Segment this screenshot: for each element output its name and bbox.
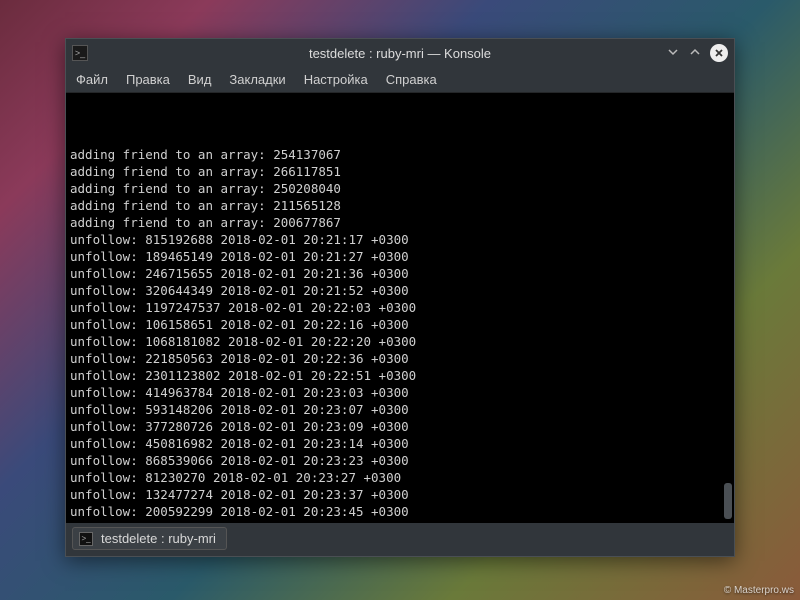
terminal-line: unfollow: 450816982 2018-02-01 20:23:14 … — [70, 435, 730, 452]
terminal-line: adding friend to an array: 250208040 — [70, 180, 730, 197]
menu-view[interactable]: Вид — [188, 72, 212, 87]
tab-active[interactable]: >_ testdelete : ruby-mri — [72, 527, 227, 550]
titlebar[interactable]: >_ testdelete : ruby-mri — Konsole — [66, 39, 734, 67]
menu-help[interactable]: Справка — [386, 72, 437, 87]
terminal-output[interactable]: adding friend to an array: 254137067addi… — [66, 93, 734, 523]
terminal-line: unfollow: 221850563 2018-02-01 20:22:36 … — [70, 350, 730, 367]
maximize-button[interactable] — [688, 45, 702, 62]
terminal-icon: >_ — [79, 532, 93, 546]
tab-label: testdelete : ruby-mri — [101, 531, 216, 546]
menu-file[interactable]: Файл — [76, 72, 108, 87]
terminal-line: unfollow: 132477274 2018-02-01 20:23:37 … — [70, 486, 730, 503]
scrollbar-thumb[interactable] — [724, 483, 732, 519]
terminal-line: unfollow: 923286241 2018-02-01 20:23:54 … — [70, 520, 730, 523]
terminal-line: unfollow: 246715655 2018-02-01 20:21:36 … — [70, 265, 730, 282]
terminal-line: unfollow: 1068181082 2018-02-01 20:22:20… — [70, 333, 730, 350]
terminal-line: unfollow: 377280726 2018-02-01 20:23:09 … — [70, 418, 730, 435]
app-icon: >_ — [72, 45, 88, 61]
close-button[interactable] — [710, 44, 728, 62]
window-controls — [666, 44, 728, 62]
terminal-line: adding friend to an array: 211565128 — [70, 197, 730, 214]
terminal-line: unfollow: 189465149 2018-02-01 20:21:27 … — [70, 248, 730, 265]
window-title: testdelete : ruby-mri — Konsole — [66, 46, 734, 61]
watermark: © Masterpro.ws — [724, 585, 794, 596]
terminal-line: unfollow: 320644349 2018-02-01 20:21:52 … — [70, 282, 730, 299]
terminal-line: unfollow: 200592299 2018-02-01 20:23:45 … — [70, 503, 730, 520]
terminal-line: unfollow: 81230270 2018-02-01 20:23:27 +… — [70, 469, 730, 486]
konsole-window: >_ testdelete : ruby-mri — Konsole Файл … — [65, 38, 735, 557]
menu-edit[interactable]: Правка — [126, 72, 170, 87]
terminal-line: unfollow: 593148206 2018-02-01 20:23:07 … — [70, 401, 730, 418]
terminal-line: adding friend to an array: 266117851 — [70, 163, 730, 180]
terminal-line: unfollow: 868539066 2018-02-01 20:23:23 … — [70, 452, 730, 469]
menubar: Файл Правка Вид Закладки Настройка Справ… — [66, 67, 734, 93]
terminal-line: unfollow: 2301123802 2018-02-01 20:22:51… — [70, 367, 730, 384]
tabbar: >_ testdelete : ruby-mri — [66, 523, 734, 556]
minimize-button[interactable] — [666, 45, 680, 62]
menu-bookmarks[interactable]: Закладки — [229, 72, 285, 87]
terminal-line: adding friend to an array: 254137067 — [70, 146, 730, 163]
terminal-line: unfollow: 815192688 2018-02-01 20:21:17 … — [70, 231, 730, 248]
terminal-line: unfollow: 1197247537 2018-02-01 20:22:03… — [70, 299, 730, 316]
terminal-line: unfollow: 106158651 2018-02-01 20:22:16 … — [70, 316, 730, 333]
terminal-line: unfollow: 414963784 2018-02-01 20:23:03 … — [70, 384, 730, 401]
menu-settings[interactable]: Настройка — [304, 72, 368, 87]
terminal-line: adding friend to an array: 200677867 — [70, 214, 730, 231]
